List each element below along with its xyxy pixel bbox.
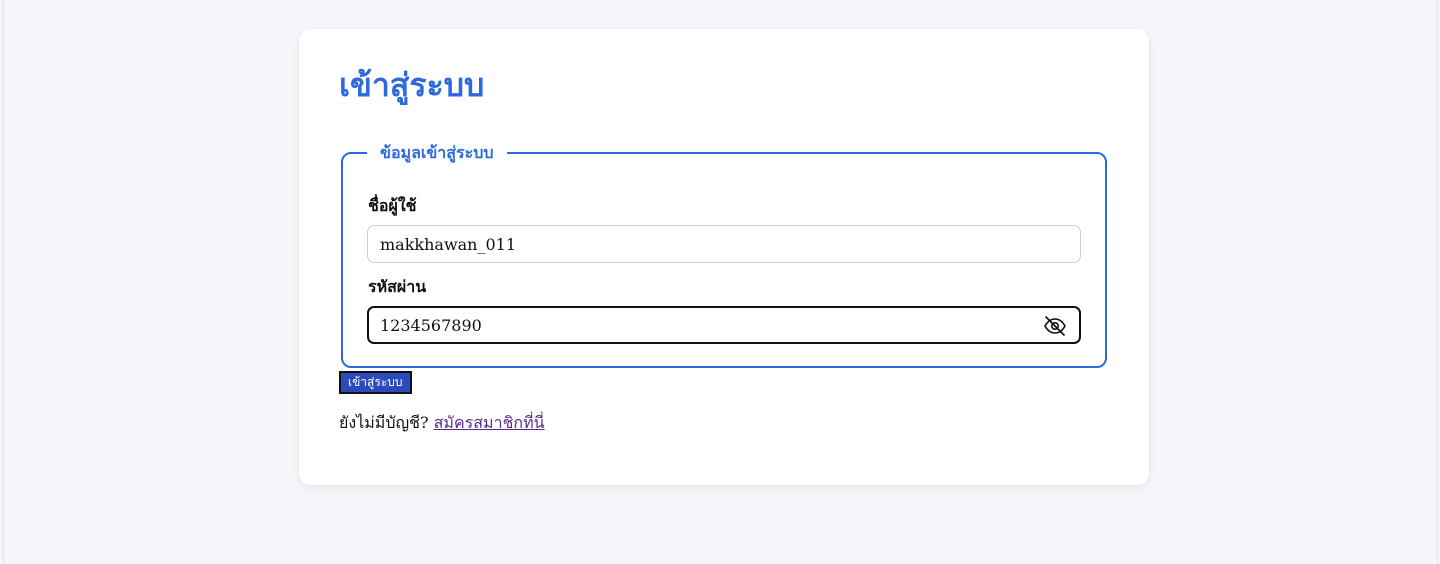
password-value: 1234567890 bbox=[380, 315, 482, 335]
username-value: makkhawan_011 bbox=[380, 234, 517, 254]
page-background: เข้าสู่ระบบ ข้อมูลเข้าสู่ระบบ ชื่อผู้ใช้… bbox=[3, 0, 1438, 564]
username-input[interactable]: makkhawan_011 bbox=[367, 225, 1081, 263]
fieldset-legend: ข้อมูลเข้าสู่ระบบ bbox=[367, 142, 507, 164]
eye-off-icon[interactable] bbox=[1043, 314, 1067, 338]
register-link[interactable]: สมัครสมาชิกที่นี่ bbox=[434, 413, 545, 432]
register-prompt-text: ยังไม่มีบัญชี? bbox=[339, 413, 429, 432]
login-fieldset: ข้อมูลเข้าสู่ระบบ ชื่อผู้ใช้ makkhawan_0… bbox=[341, 142, 1107, 368]
login-submit-button[interactable]: เข้าสู่ระบบ bbox=[339, 371, 412, 394]
username-label: ชื่อผู้ใช้ bbox=[368, 196, 417, 215]
password-label: รหัสผ่าน bbox=[368, 277, 427, 296]
password-input[interactable]: 1234567890 bbox=[367, 306, 1081, 344]
submit-label: เข้าสู่ระบบ bbox=[348, 375, 403, 389]
register-prompt: ยังไม่มีบัญชี? สมัครสมาชิกที่นี่ bbox=[339, 412, 545, 434]
login-card: เข้าสู่ระบบ ข้อมูลเข้าสู่ระบบ ชื่อผู้ใช้… bbox=[299, 29, 1149, 485]
page-title: เข้าสู่ระบบ bbox=[339, 66, 485, 104]
